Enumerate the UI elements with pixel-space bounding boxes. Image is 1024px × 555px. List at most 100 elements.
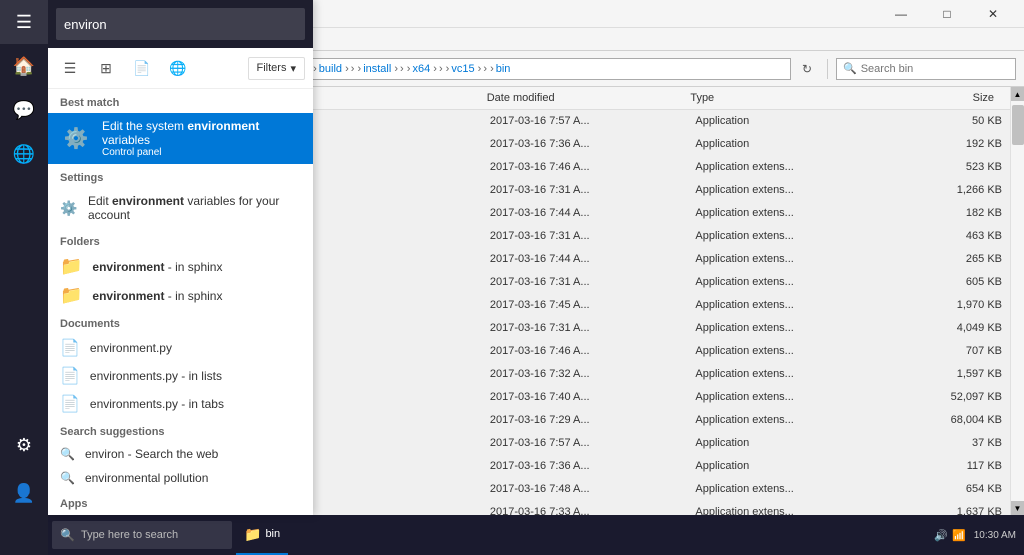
- close-button[interactable]: ✕: [970, 0, 1016, 28]
- folder-item-0[interactable]: 📁 environment - in sphinx: [48, 252, 313, 281]
- suggestion-item-1[interactable]: 🔍 environmental pollution: [48, 466, 313, 490]
- best-match-prefix: Edit the system: [102, 119, 187, 133]
- file-size-cell: 117 KB: [893, 458, 1010, 474]
- file-date-cell: 2017-03-16 7:48 A...: [482, 481, 688, 497]
- minimize-button[interactable]: —: [878, 0, 924, 28]
- column-size[interactable]: Size: [886, 89, 1010, 107]
- home-button[interactable]: 🏠: [0, 44, 48, 88]
- settings-side-button[interactable]: ⚙: [0, 423, 48, 467]
- file-size-cell: 523 KB: [893, 159, 1010, 175]
- file-size-cell: 52,097 KB: [893, 389, 1010, 405]
- filters-button[interactable]: Filters ▾: [248, 57, 305, 80]
- best-match-item[interactable]: ⚙️ Edit the system environment variables…: [48, 113, 313, 164]
- grid-view-button[interactable]: ⊞: [92, 54, 120, 82]
- doc-icon-2: 📄: [60, 394, 80, 414]
- scroll-thumb[interactable]: [1012, 105, 1024, 145]
- tray-clock: 10:30 AM: [974, 530, 1016, 541]
- doc-name-1: environments.py - in lists: [90, 369, 222, 383]
- file-date-cell: 2017-03-16 7:36 A...: [482, 458, 688, 474]
- file-date-cell: 2017-03-16 7:31 A...: [482, 320, 688, 336]
- best-match-icon: ⚙️: [60, 123, 92, 155]
- folders-label: Folders: [48, 228, 313, 252]
- column-type[interactable]: Type: [682, 89, 886, 107]
- path-segment-x64[interactable]: x64: [412, 63, 436, 75]
- file-date-cell: 2017-03-16 7:45 A...: [482, 297, 688, 313]
- user-button[interactable]: 👤: [0, 471, 48, 515]
- doc-item-1[interactable]: 📄 environments.py - in lists: [48, 362, 313, 390]
- maximize-button[interactable]: □: [924, 0, 970, 28]
- documents-label: Documents: [48, 310, 313, 334]
- file-date-cell: 2017-03-16 7:44 A...: [482, 205, 688, 221]
- start-menu-button[interactable]: ☰: [0, 0, 48, 44]
- file-type-cell: Application extens...: [687, 228, 893, 244]
- best-match-title: Edit the system environment variables: [102, 119, 301, 147]
- system-taskbar: ⊞ 🔍 Type here to search 📁 bin 🔊 📶 10:30 …: [0, 515, 1024, 555]
- best-match-subtitle: Control panel: [102, 147, 301, 158]
- doc-item-2[interactable]: 📄 environments.py - in tabs: [48, 390, 313, 418]
- file-view-button[interactable]: 📄: [128, 54, 156, 82]
- taskbar-search-text: Type here to search: [81, 529, 178, 541]
- suggestion-text-0: environ - Search the web: [85, 447, 218, 461]
- file-type-cell: Application: [687, 136, 893, 152]
- file-type-cell: Application extens...: [687, 366, 893, 382]
- file-type-cell: Application extens...: [687, 182, 893, 198]
- file-date-cell: 2017-03-16 7:31 A...: [482, 228, 688, 244]
- title-bar-controls: — □ ✕: [878, 0, 1016, 28]
- path-segment-build[interactable]: build: [319, 63, 349, 75]
- folder-name-0: environment - in sphinx: [92, 260, 222, 274]
- tray-volume[interactable]: 🔊: [934, 529, 948, 542]
- path-segment-bin[interactable]: bin: [496, 63, 511, 75]
- search-icon: 🔍: [843, 62, 857, 75]
- globe-button[interactable]: 🌐: [0, 132, 48, 176]
- best-match-highlight: environment: [187, 119, 259, 133]
- file-type-cell: Application extens...: [687, 343, 893, 359]
- settings-item-0[interactable]: ⚙️ Edit environment variables for your a…: [48, 188, 313, 228]
- file-size-cell: 463 KB: [893, 228, 1010, 244]
- file-type-cell: Application: [687, 113, 893, 129]
- settings-label: Settings: [48, 164, 313, 188]
- file-date-cell: 2017-03-16 7:57 A...: [482, 435, 688, 451]
- doc-name-2: environments.py - in tabs: [90, 397, 224, 411]
- filters-label: Filters: [257, 62, 287, 74]
- file-size-cell: 1,266 KB: [893, 182, 1010, 198]
- scroll-up-button[interactable]: ▲: [1011, 87, 1024, 101]
- file-date-cell: 2017-03-16 7:36 A...: [482, 136, 688, 152]
- file-date-cell: 2017-03-16 7:46 A...: [482, 159, 688, 175]
- suggestion-item-0[interactable]: 🔍 environ - Search the web: [48, 442, 313, 466]
- file-size-cell: 1,970 KB: [893, 297, 1010, 313]
- folder-item-1[interactable]: 📁 environment - in sphinx: [48, 281, 313, 310]
- settings-item-text: Edit environment variables for your acco…: [88, 194, 301, 222]
- file-type-cell: Application extens...: [687, 205, 893, 221]
- web-view-button[interactable]: 🌐: [164, 54, 192, 82]
- scroll-track[interactable]: [1011, 101, 1024, 501]
- vertical-scrollbar[interactable]: ▲ ▼: [1010, 87, 1024, 515]
- doc-item-0[interactable]: 📄 environment.py: [48, 334, 313, 362]
- list-view-button[interactable]: ☰: [56, 54, 84, 82]
- refresh-button[interactable]: ↻: [795, 57, 819, 81]
- search-suggestion-icon-1: 🔍: [60, 471, 75, 485]
- notifications-button[interactable]: 💬: [0, 88, 48, 132]
- column-date[interactable]: Date modified: [479, 89, 683, 107]
- file-size-cell: 37 KB: [893, 435, 1010, 451]
- apps-label: Apps: [48, 490, 313, 514]
- search-input[interactable]: [861, 63, 1001, 75]
- search-panel-header: [48, 0, 313, 48]
- file-date-cell: 2017-03-16 7:31 A...: [482, 274, 688, 290]
- search-suggestion-icon-0: 🔍: [60, 447, 75, 461]
- path-segment-vc15[interactable]: vc15: [451, 63, 481, 75]
- file-date-cell: 2017-03-16 7:40 A...: [482, 389, 688, 405]
- file-date-cell: 2017-03-16 7:57 A...: [482, 113, 688, 129]
- taskbar-search[interactable]: 🔍 Type here to search: [52, 521, 232, 549]
- file-size-cell: 68,004 KB: [893, 412, 1010, 428]
- search-panel-input[interactable]: [56, 8, 305, 40]
- taskbar-app-bin[interactable]: 📁 bin: [236, 515, 288, 555]
- tray-network[interactable]: 📶: [952, 529, 966, 542]
- file-type-cell: Application extens...: [687, 159, 893, 175]
- file-type-cell: Application: [687, 458, 893, 474]
- left-dark-taskbar: ☰ 🏠 💬 🌐 ⚙ 👤: [0, 0, 48, 555]
- chevron-down-icon: ▾: [290, 62, 296, 75]
- scroll-down-button[interactable]: ▼: [1011, 501, 1024, 515]
- file-type-cell: Application extens...: [687, 412, 893, 428]
- file-size-cell: 182 KB: [893, 205, 1010, 221]
- path-segment-install[interactable]: install: [363, 63, 398, 75]
